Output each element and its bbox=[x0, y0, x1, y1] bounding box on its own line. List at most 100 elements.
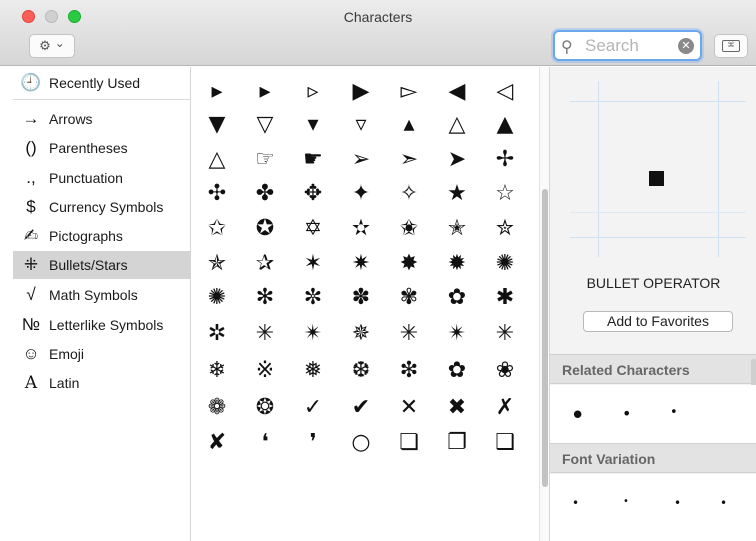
arrow-icon: → bbox=[22, 109, 40, 128]
character-cell[interactable]: ❜ bbox=[289, 422, 337, 462]
character-cell[interactable]: ▲ bbox=[481, 104, 529, 144]
character-cell[interactable]: ❇ bbox=[385, 350, 433, 390]
font-variation-list: • • • • bbox=[550, 474, 756, 541]
character-cell[interactable]: ✴ bbox=[433, 313, 481, 353]
sidebar-item-label: Punctuation bbox=[49, 170, 123, 186]
character-cell[interactable]: ✳ bbox=[385, 313, 433, 353]
character-cell[interactable]: ✲ bbox=[193, 313, 241, 353]
character-cell[interactable]: ❐ bbox=[433, 422, 481, 462]
sidebar-item-pictographs[interactable]: ✍ Pictographs bbox=[13, 222, 191, 250]
sidebar-item-currency-symbols[interactable]: $ Currency Symbols bbox=[13, 193, 191, 221]
character-cell[interactable]: ✦ bbox=[337, 173, 385, 213]
character-cell[interactable]: ✼ bbox=[289, 277, 337, 317]
clear-search-icon[interactable]: ✕ bbox=[678, 38, 694, 54]
character-cell[interactable]: ✡ bbox=[289, 208, 337, 248]
sidebar-item-label: Arrows bbox=[49, 111, 93, 127]
character-cell[interactable]: ✳ bbox=[481, 313, 529, 353]
character-cell[interactable]: ▿ bbox=[337, 104, 385, 144]
sidebar-item-emoji[interactable]: ☺ Emoji bbox=[13, 340, 191, 368]
grid-scrollbar[interactable] bbox=[539, 67, 549, 541]
related-characters-header: Related Characters bbox=[550, 354, 756, 384]
character-cell[interactable]: ✖ bbox=[433, 387, 481, 427]
character-cell[interactable]: ✗ bbox=[481, 387, 529, 427]
character-cell[interactable]: ✴ bbox=[289, 313, 337, 353]
character-cell[interactable]: ❛ bbox=[241, 422, 289, 462]
character-cell[interactable]: ○ bbox=[337, 422, 385, 462]
character-cell[interactable]: ✿ bbox=[433, 277, 481, 317]
character-cell[interactable]: ✿ bbox=[433, 350, 481, 390]
grid-scrollbar-thumb[interactable] bbox=[542, 189, 548, 487]
search-input[interactable] bbox=[585, 36, 675, 56]
sidebar-divider bbox=[13, 99, 191, 100]
character-cell[interactable]: ✥ bbox=[289, 173, 337, 213]
character-cell[interactable]: ✭ bbox=[433, 208, 481, 248]
character-cell[interactable]: ✵ bbox=[337, 313, 385, 353]
search-field[interactable]: ⚲ ✕ bbox=[553, 30, 702, 61]
sidebar-item-arrows[interactable]: → Arrows bbox=[13, 105, 191, 133]
font-variation-glyph[interactable]: • bbox=[623, 496, 629, 507]
character-cell[interactable]: ✳ bbox=[241, 313, 289, 353]
character-cell[interactable]: ❆ bbox=[337, 350, 385, 390]
character-cell[interactable]: ❅ bbox=[289, 350, 337, 390]
character-cell[interactable]: ❑ bbox=[481, 422, 529, 462]
character-cell[interactable]: ❏ bbox=[385, 422, 433, 462]
character-cell[interactable]: ✤ bbox=[241, 173, 289, 213]
character-cell[interactable]: ☆ bbox=[481, 173, 529, 213]
character-cell[interactable]: ✔ bbox=[337, 387, 385, 427]
character-cell[interactable]: ✓ bbox=[289, 387, 337, 427]
action-menu-button[interactable]: ⚙ ⌄ bbox=[29, 34, 75, 58]
sidebar-item-math-symbols[interactable]: √ Math Symbols bbox=[13, 281, 191, 309]
sidebar-item-label: Parentheses bbox=[49, 140, 128, 156]
sidebar-item-label: Letterlike Symbols bbox=[49, 317, 164, 333]
character-cell[interactable]: ✻ bbox=[241, 277, 289, 317]
character-cell[interactable]: ▽ bbox=[241, 104, 289, 144]
sidebar-item-label: Pictographs bbox=[49, 228, 123, 244]
detail-scrollbar[interactable] bbox=[751, 359, 756, 387]
punctuation-icon: ., bbox=[26, 168, 36, 187]
character-cell[interactable]: ✪ bbox=[241, 208, 289, 248]
character-cell[interactable]: ✮ bbox=[481, 208, 529, 248]
keyboard-viewer-button[interactable]: ⌘ bbox=[714, 34, 748, 58]
search-icon: ⚲ bbox=[561, 39, 573, 56]
character-cell[interactable]: ✬ bbox=[385, 208, 433, 248]
add-to-favorites-button[interactable]: Add to Favorites bbox=[583, 311, 733, 332]
character-cell[interactable]: ✱ bbox=[481, 277, 529, 317]
numero-icon: № bbox=[21, 315, 41, 334]
character-cell[interactable]: ▼ bbox=[193, 104, 241, 144]
font-variation-glyph[interactable]: • bbox=[720, 496, 727, 510]
preview-guide-line bbox=[598, 81, 599, 257]
font-variation-glyph[interactable]: • bbox=[572, 496, 579, 510]
character-cell[interactable]: ※ bbox=[241, 350, 289, 390]
character-grid: ▸ ▸ ▹ ▶ ▻ ◀ ◁ ▼ ▽ ▾ ▿ ▴ △ ▲ △ ☞ ☛ ➢ ➣ ➤ ✢ ✣ ✤ ✥ ✦ ✧ ★ ☆ ✩ ✪ ✡ ✫ ✬ ✭ ✮ ✯ ✰ ✶ ✷ ✸… bbox=[191, 67, 539, 541]
related-character[interactable]: • bbox=[622, 404, 631, 423]
character-cell[interactable]: ✾ bbox=[385, 277, 433, 317]
related-character[interactable]: • bbox=[570, 401, 585, 431]
font-variation-glyph[interactable]: • bbox=[674, 496, 681, 510]
character-cell[interactable]: △ bbox=[433, 104, 481, 144]
parentheses-icon: () bbox=[25, 138, 37, 157]
bullet-star-icon: ⁜ bbox=[23, 255, 39, 274]
character-cell[interactable]: ▾ bbox=[289, 104, 337, 144]
character-cell[interactable]: ❀ bbox=[481, 350, 529, 390]
character-cell[interactable]: ✺ bbox=[193, 277, 241, 317]
character-cell[interactable]: ★ bbox=[433, 173, 481, 213]
sidebar-item-label: Recently Used bbox=[49, 75, 141, 91]
sidebar-item-recently-used[interactable]: 🕘 Recently Used bbox=[13, 69, 191, 97]
character-cell[interactable]: ✩ bbox=[193, 208, 241, 248]
sidebar-item-letterlike-symbols[interactable]: № Letterlike Symbols bbox=[13, 311, 191, 339]
character-cell[interactable]: ❁ bbox=[193, 387, 241, 427]
sidebar-item-bullets-stars[interactable]: ⁜ Bullets/Stars bbox=[13, 251, 191, 279]
character-cell[interactable]: ✽ bbox=[337, 277, 385, 317]
character-cell[interactable]: ✘ bbox=[193, 422, 241, 462]
character-cell[interactable]: ❄ bbox=[193, 350, 241, 390]
sidebar-item-latin[interactable]: A Latin bbox=[13, 369, 191, 397]
sidebar-item-parentheses[interactable]: () Parentheses bbox=[13, 134, 191, 162]
sidebar-item-punctuation[interactable]: ., Punctuation bbox=[13, 164, 191, 192]
related-character[interactable]: • bbox=[670, 405, 678, 420]
character-cell[interactable]: ✧ bbox=[385, 173, 433, 213]
character-cell[interactable]: ✣ bbox=[193, 173, 241, 213]
character-cell[interactable]: ✕ bbox=[385, 387, 433, 427]
character-cell[interactable]: ✫ bbox=[337, 208, 385, 248]
character-cell[interactable]: ❂ bbox=[241, 387, 289, 427]
character-cell[interactable]: ▴ bbox=[385, 104, 433, 144]
